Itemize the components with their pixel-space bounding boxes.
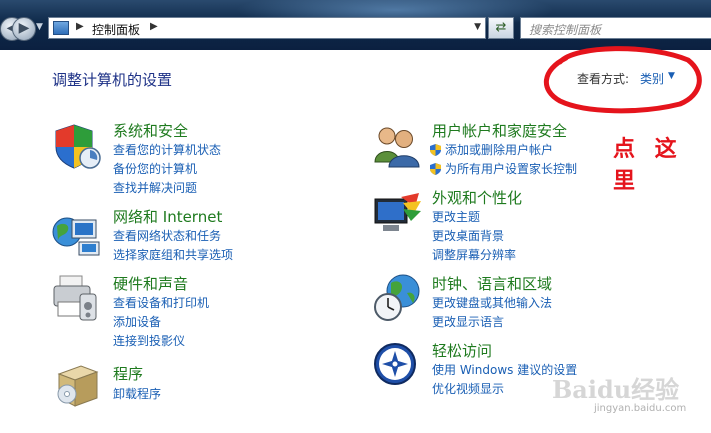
link-uninstall-program[interactable]: 卸载程序	[113, 385, 161, 402]
programs-box-icon	[57, 365, 99, 407]
link-find-fix-problems[interactable]: 查找并解决问题	[113, 179, 197, 196]
network-globe-icon	[52, 217, 100, 256]
baidu-watermark: Baidu经验 jingyan.baidu.com	[532, 360, 702, 426]
link-network-status-tasks[interactable]: 查看网络状态和任务	[113, 227, 221, 244]
link-screen-resolution[interactable]: 调整屏幕分辨率	[432, 246, 516, 263]
annotation-text: 点 这 里	[613, 137, 683, 194]
user-accounts-icon	[374, 127, 420, 168]
breadcrumb-control-panel[interactable]: 控制面板	[92, 21, 140, 38]
watermark-url: jingyan.baidu.com	[594, 403, 687, 414]
category-title[interactable]: 时钟、语言和区域	[432, 273, 552, 294]
forward-button[interactable]: ▶	[12, 17, 36, 41]
category-title[interactable]: 硬件和声音	[113, 273, 188, 294]
address-toolbar: ◀ ▶ ▼ ▶ 控制面板 ▶ ▼ ⇄ 搜索控制面板	[0, 0, 711, 50]
link-change-theme[interactable]: 更改主题	[432, 208, 480, 225]
link-devices-printers[interactable]: 查看设备和打印机	[113, 294, 209, 311]
link-optimize-visual-display[interactable]: 优化视频显示	[432, 380, 504, 397]
address-bar[interactable]: ▶ 控制面板 ▶ ▼	[48, 17, 486, 39]
link-change-display-language[interactable]: 更改显示语言	[432, 313, 504, 330]
link-view-computer-status[interactable]: 查看您的计算机状态	[113, 141, 221, 158]
category-title[interactable]: 程序	[113, 363, 143, 384]
breadcrumb-separator-icon[interactable]: ▶	[76, 21, 84, 32]
hardware-printer-icon	[53, 275, 97, 321]
link-connect-projector[interactable]: 连接到投影仪	[113, 332, 185, 349]
link-label: 为所有用户设置家长控制	[445, 162, 578, 176]
search-input[interactable]: 搜索控制面板	[520, 17, 711, 39]
breadcrumb-separator-icon[interactable]: ▶	[150, 21, 158, 32]
clock-globe-icon	[374, 274, 420, 321]
view-by-label: 查看方式:	[577, 72, 630, 86]
address-dropdown-icon[interactable]: ▼	[474, 22, 481, 32]
link-desktop-background[interactable]: 更改桌面背景	[432, 227, 504, 244]
category-title[interactable]: 外观和个性化	[432, 187, 522, 208]
link-change-keyboards[interactable]: 更改键盘或其他输入法	[432, 294, 552, 311]
uac-shield-icon	[430, 144, 441, 156]
view-by-selector[interactable]: 类别	[640, 70, 664, 87]
link-backup-computer[interactable]: 备份您的计算机	[113, 160, 197, 177]
view-by-dropdown-icon[interactable]: ▼	[668, 71, 675, 81]
link-parental-controls[interactable]: 为所有用户设置家长控制	[430, 160, 577, 177]
page-title: 调整计算机的设置	[52, 71, 173, 89]
category-title[interactable]: 轻松访问	[432, 340, 492, 361]
category-title[interactable]: 网络和 Internet	[113, 206, 222, 227]
category-title[interactable]: 系统和安全	[113, 120, 188, 141]
link-add-device[interactable]: 添加设备	[113, 313, 161, 330]
system-security-shield-icon	[55, 124, 101, 169]
link-label: 添加或删除用户帐户	[445, 143, 554, 157]
recent-pages-dropdown-icon[interactable]: ▼	[36, 22, 43, 32]
appearance-monitor-icon	[374, 193, 421, 231]
ease-of-access-icon	[374, 343, 416, 385]
link-add-remove-accounts[interactable]: 添加或删除用户帐户	[430, 141, 553, 158]
refresh-icon[interactable]: ⇄	[488, 17, 514, 39]
uac-shield-icon	[430, 163, 441, 175]
control-panel-icon	[53, 21, 69, 35]
category-title[interactable]: 用户帐户和家庭安全	[432, 120, 567, 141]
link-homegroup-sharing[interactable]: 选择家庭组和共享选项	[113, 246, 233, 263]
watermark-brand: Baidu经验	[552, 375, 680, 404]
